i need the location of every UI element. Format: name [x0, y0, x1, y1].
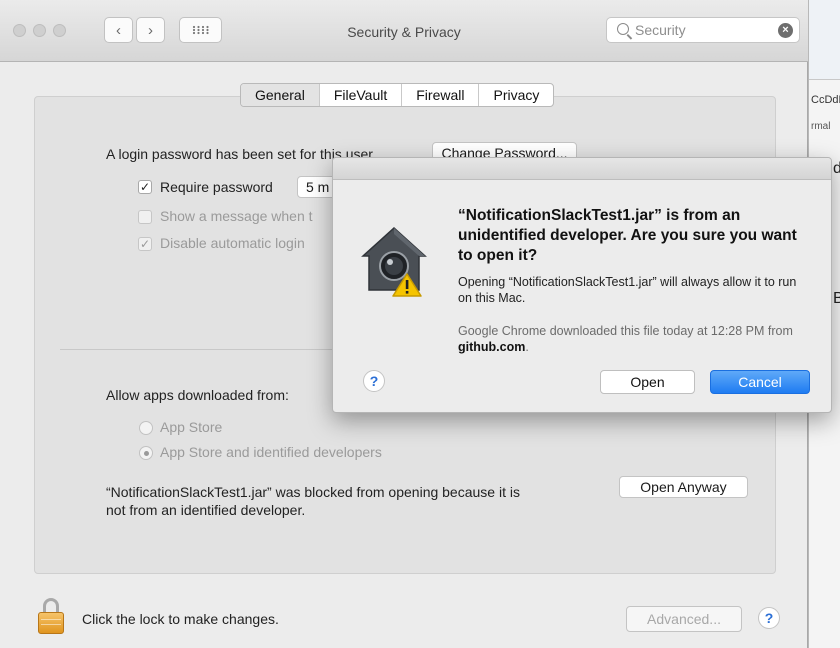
background-app-toolbar [809, 0, 840, 80]
blocked-app-text-line2: not from an identified developer. [106, 502, 306, 518]
app-store-label: App Store [160, 419, 223, 435]
clear-search-icon[interactable]: × [778, 23, 793, 38]
app-store-identified-label: App Store and identified developers [160, 444, 382, 460]
app-store-radio[interactable] [139, 421, 153, 435]
require-password-checkbox[interactable]: ✓ [138, 180, 152, 194]
cancel-button[interactable]: Cancel [710, 370, 810, 394]
help-button[interactable]: ? [758, 607, 780, 629]
require-password-label: Require password [160, 179, 273, 195]
gatekeeper-warning-icon [361, 226, 427, 297]
tab-filevault[interactable]: FileVault [320, 84, 403, 106]
advanced-button[interactable]: Advanced... [626, 606, 742, 632]
open-anyway-button[interactable]: Open Anyway [619, 476, 748, 498]
download-note-end: . [525, 340, 529, 354]
download-note-text: Google Chrome downloaded this file today… [458, 324, 793, 338]
background-app-text: B [833, 290, 840, 307]
app-store-identified-radio[interactable] [139, 446, 153, 460]
unidentified-developer-dialog: “NotificationSlackTest1.jar” is from an … [332, 157, 832, 413]
disable-auto-login-label: Disable automatic login [160, 235, 305, 251]
dialog-help-button[interactable]: ? [363, 370, 385, 392]
search-icon [617, 23, 629, 35]
lock-icon[interactable] [38, 598, 64, 634]
blocked-app-text: “NotificationSlackTest1.jar” was blocked… [106, 484, 520, 500]
open-button[interactable]: Open [600, 370, 695, 394]
search-field[interactable]: Security × [606, 17, 800, 43]
tab-firewall[interactable]: Firewall [402, 84, 480, 106]
disable-auto-login-checkbox[interactable]: ✓ [138, 237, 152, 251]
search-input[interactable]: Security [635, 22, 686, 38]
download-source: github.com [458, 340, 526, 354]
background-app-text: CcDdE [811, 94, 840, 106]
show-message-label: Show a message when t [160, 208, 313, 224]
tab-bar: General FileVault Firewall Privacy [240, 83, 555, 107]
background-app-text: rmal [811, 121, 831, 132]
dialog-title-bar [333, 158, 831, 180]
tab-general[interactable]: General [241, 84, 320, 106]
show-message-checkbox[interactable] [138, 210, 152, 224]
background-app-text: d [833, 160, 840, 177]
title-bar: ‹ › Security & Privacy Security × [0, 0, 808, 62]
tab-privacy[interactable]: Privacy [479, 84, 553, 106]
dialog-message: Opening “NotificationSlackTest1.jar” wil… [458, 275, 797, 305]
dialog-title: “NotificationSlackTest1.jar” is from an … [458, 207, 797, 264]
allow-apps-label: Allow apps downloaded from: [106, 387, 289, 403]
section-divider [60, 349, 360, 350]
lock-text: Click the lock to make changes. [82, 611, 279, 627]
dialog-download-note: Google Chrome downloaded this file today… [458, 323, 808, 355]
